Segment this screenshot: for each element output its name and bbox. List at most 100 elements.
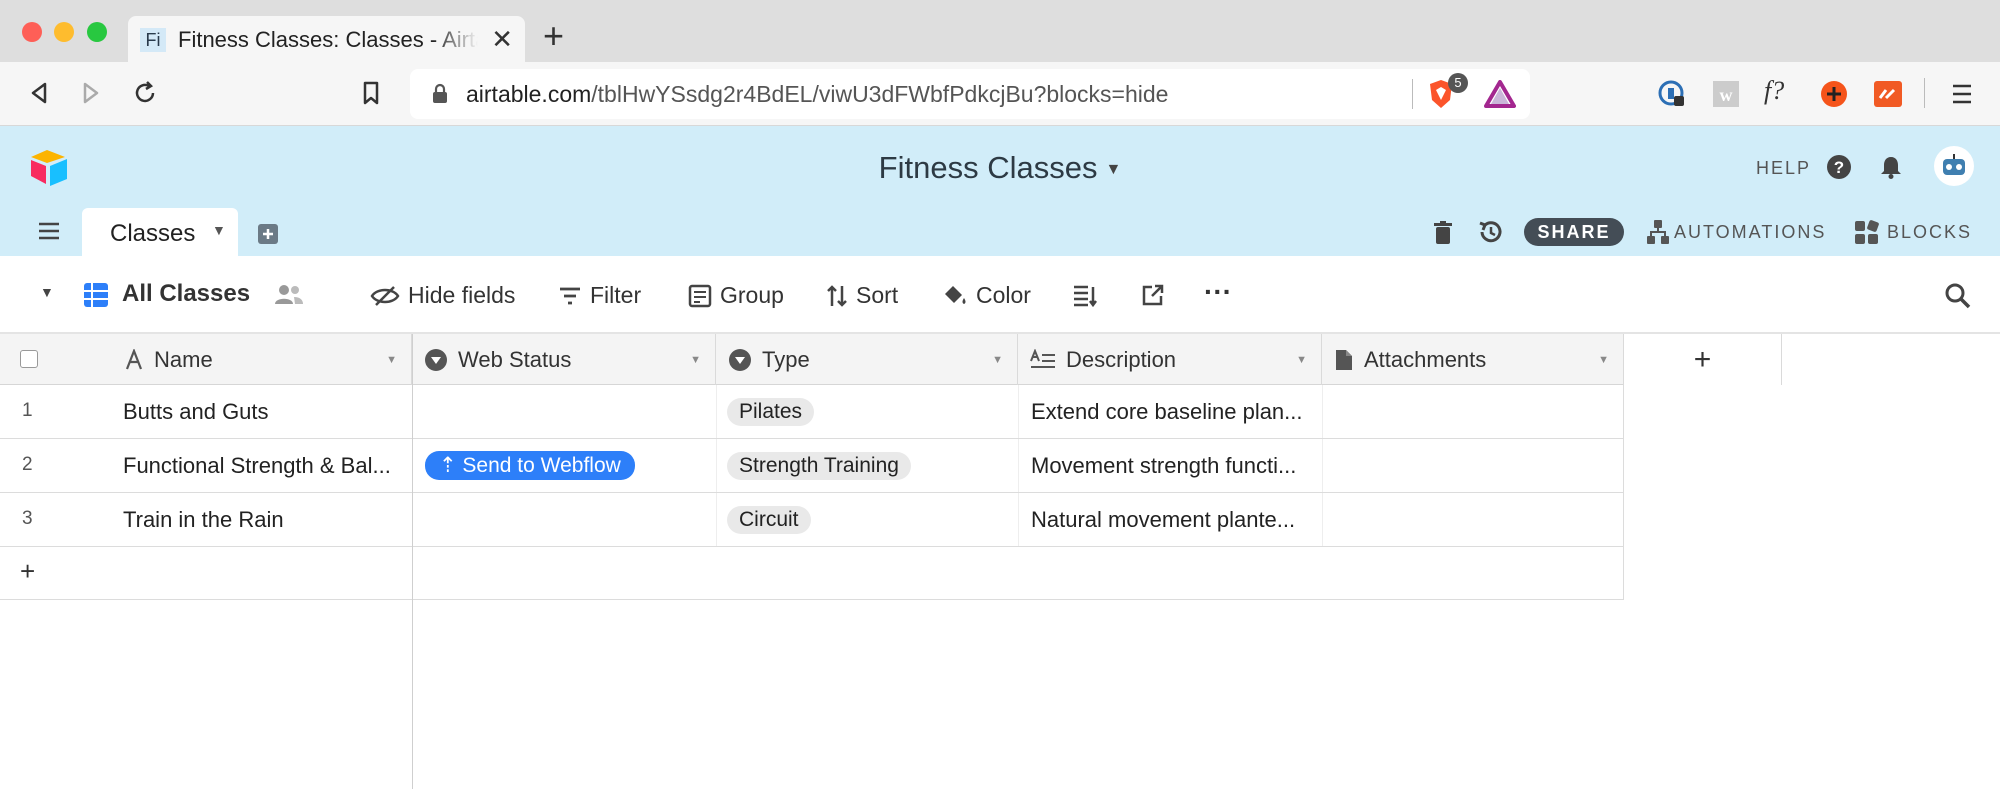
cell-description[interactable]: Movement strength functi... <box>1018 439 1322 492</box>
long-text-icon <box>1030 348 1056 371</box>
row-height-icon[interactable] <box>1072 284 1098 308</box>
maximize-window-button[interactable] <box>87 22 107 42</box>
zapier-extension-icon[interactable] <box>1872 78 1904 110</box>
column-menu-caret-icon[interactable]: ▼ <box>992 354 1003 366</box>
sidebar-menu-icon[interactable] <box>36 220 62 242</box>
cell-type[interactable]: Circuit <box>716 493 1018 546</box>
cell-name[interactable]: Train in the Rain <box>123 493 408 546</box>
trash-icon[interactable] <box>1432 220 1454 246</box>
password-manager-icon[interactable] <box>1656 78 1688 110</box>
hide-fields-button[interactable]: Hide fields <box>370 282 515 309</box>
blocks-icon[interactable] <box>1854 220 1880 246</box>
add-record-row[interactable]: + <box>0 546 1624 600</box>
column-menu-caret-icon[interactable]: ▼ <box>690 354 701 366</box>
svg-text:?: ? <box>1834 158 1844 177</box>
column-header-name[interactable]: Name ▼ <box>0 334 412 385</box>
grid-header-row: Name ▼ Web Status ▼ Type ▼ Description ▼ <box>0 334 1782 385</box>
bookmark-icon[interactable] <box>354 76 388 110</box>
automations-icon[interactable] <box>1646 218 1670 246</box>
share-button[interactable]: SHARE <box>1524 218 1624 246</box>
minimize-window-button[interactable] <box>54 22 74 42</box>
automations-button[interactable]: AUTOMATIONS <box>1674 222 1826 243</box>
forward-icon[interactable] <box>74 76 108 110</box>
notifications-bell-icon[interactable] <box>1878 154 1904 180</box>
more-options-icon[interactable]: ··· <box>1204 276 1232 308</box>
new-tab-button[interactable]: + <box>543 18 564 54</box>
cell-attachments[interactable] <box>1322 439 1624 492</box>
back-icon[interactable] <box>22 76 56 110</box>
single-select-icon <box>728 348 752 372</box>
svg-text:w: w <box>1720 85 1733 105</box>
sort-label: Sort <box>856 282 899 308</box>
cell-description[interactable]: Extend core baseline plan... <box>1018 385 1322 438</box>
table-tab-caret-icon[interactable]: ▼ <box>212 222 226 238</box>
column-header-label: Name <box>154 346 213 372</box>
table-row[interactable]: 3 Train in the Rain Circuit Natural move… <box>0 493 1624 547</box>
help-icon[interactable]: ? <box>1826 154 1852 180</box>
brave-rewards-icon[interactable] <box>1484 80 1516 108</box>
send-to-webflow-button[interactable]: ⇡ Send to Webflow <box>425 451 635 480</box>
cell-name[interactable]: Butts and Guts <box>123 385 408 438</box>
column-header-description[interactable]: Description ▼ <box>1018 334 1322 385</box>
w-extension-icon[interactable]: w <box>1710 78 1742 110</box>
table-tab-classes[interactable]: Classes ▼ <box>82 208 238 256</box>
browser-nav-bar: airtable.com/tblHwYSsdg2r4BdEL/viwU3dFWb… <box>0 62 2000 126</box>
type-chip: Strength Training <box>727 451 911 480</box>
cell-type[interactable]: Strength Training <box>716 439 1018 492</box>
sort-button[interactable]: Sort <box>826 282 898 309</box>
filter-button[interactable]: Filter <box>558 282 641 309</box>
color-label: Color <box>976 282 1031 308</box>
cell-attachments[interactable] <box>1322 493 1624 546</box>
tab-favicon: Fi <box>140 28 166 52</box>
sort-icon <box>827 284 847 307</box>
revision-history-icon[interactable] <box>1476 218 1504 246</box>
column-menu-caret-icon[interactable]: ▼ <box>386 354 397 366</box>
column-header-attachments[interactable]: Attachments ▼ <box>1322 334 1624 385</box>
column-header-web-status[interactable]: Web Status ▼ <box>412 334 716 385</box>
plus-extension-icon[interactable] <box>1818 78 1850 110</box>
add-field-button[interactable]: + <box>1624 334 1782 385</box>
column-header-type[interactable]: Type ▼ <box>716 334 1018 385</box>
lock-icon <box>433 83 447 103</box>
add-table-icon[interactable] <box>256 222 280 246</box>
base-title[interactable]: Fitness Classes ▼ <box>0 150 2000 186</box>
address-bar[interactable]: airtable.com/tblHwYSsdg2r4BdEL/viwU3dFWb… <box>410 69 1530 119</box>
column-header-label: Attachments <box>1364 346 1487 372</box>
shields-count-badge: 5 <box>1448 73 1468 93</box>
search-icon[interactable] <box>1944 282 1972 310</box>
reload-icon[interactable] <box>128 76 162 110</box>
user-avatar[interactable] <box>1934 146 1974 186</box>
view-name[interactable]: All Classes <box>122 280 250 308</box>
collaborative-view-icon <box>275 285 303 304</box>
color-button[interactable]: Color <box>942 282 1031 309</box>
filter-label: Filter <box>590 282 642 308</box>
table-row[interactable]: 2 Functional Strength & Bal... ⇡ Send to… <box>0 439 1624 493</box>
browser-tab[interactable]: Fi Fitness Classes: Classes - Airtable ✕ <box>128 16 525 62</box>
share-view-icon[interactable] <box>1140 282 1166 308</box>
select-all-checkbox[interactable] <box>20 350 38 368</box>
cell-web-status[interactable] <box>412 385 716 438</box>
group-button[interactable]: Group <box>688 282 784 309</box>
add-record-button[interactable]: + <box>20 556 35 587</box>
cell-type[interactable]: Pilates <box>716 385 1018 438</box>
close-tab-icon[interactable]: ✕ <box>491 24 513 55</box>
view-sidebar-toggle-icon[interactable]: ▼ <box>40 284 54 300</box>
toolbar-divider <box>1924 78 1925 108</box>
table-row[interactable]: 1 Butts and Guts Pilates Extend core bas… <box>0 385 1624 439</box>
close-window-button[interactable] <box>22 22 42 42</box>
cell-attachments[interactable] <box>1322 385 1624 438</box>
url-text: airtable.com/tblHwYSsdg2r4BdEL/viwU3dFWb… <box>466 81 1169 107</box>
cell-description[interactable]: Natural movement plante... <box>1018 493 1322 546</box>
formula-extension-icon[interactable]: f? <box>1764 76 1804 108</box>
attachment-icon <box>1334 348 1354 372</box>
column-menu-caret-icon[interactable]: ▼ <box>1598 354 1609 366</box>
cell-name[interactable]: Functional Strength & Bal... <box>123 439 408 492</box>
column-menu-caret-icon[interactable]: ▼ <box>1296 354 1307 366</box>
browser-menu-icon[interactable] <box>1950 80 1974 108</box>
blocks-button[interactable]: BLOCKS <box>1887 222 1972 243</box>
help-link[interactable]: HELP <box>1756 158 1811 179</box>
cell-web-status[interactable] <box>412 493 716 546</box>
column-header-label: Type <box>762 346 810 372</box>
cell-web-status[interactable]: ⇡ Send to Webflow <box>412 439 716 492</box>
browser-tab-bar: Fi Fitness Classes: Classes - Airtable ✕… <box>0 0 2000 62</box>
